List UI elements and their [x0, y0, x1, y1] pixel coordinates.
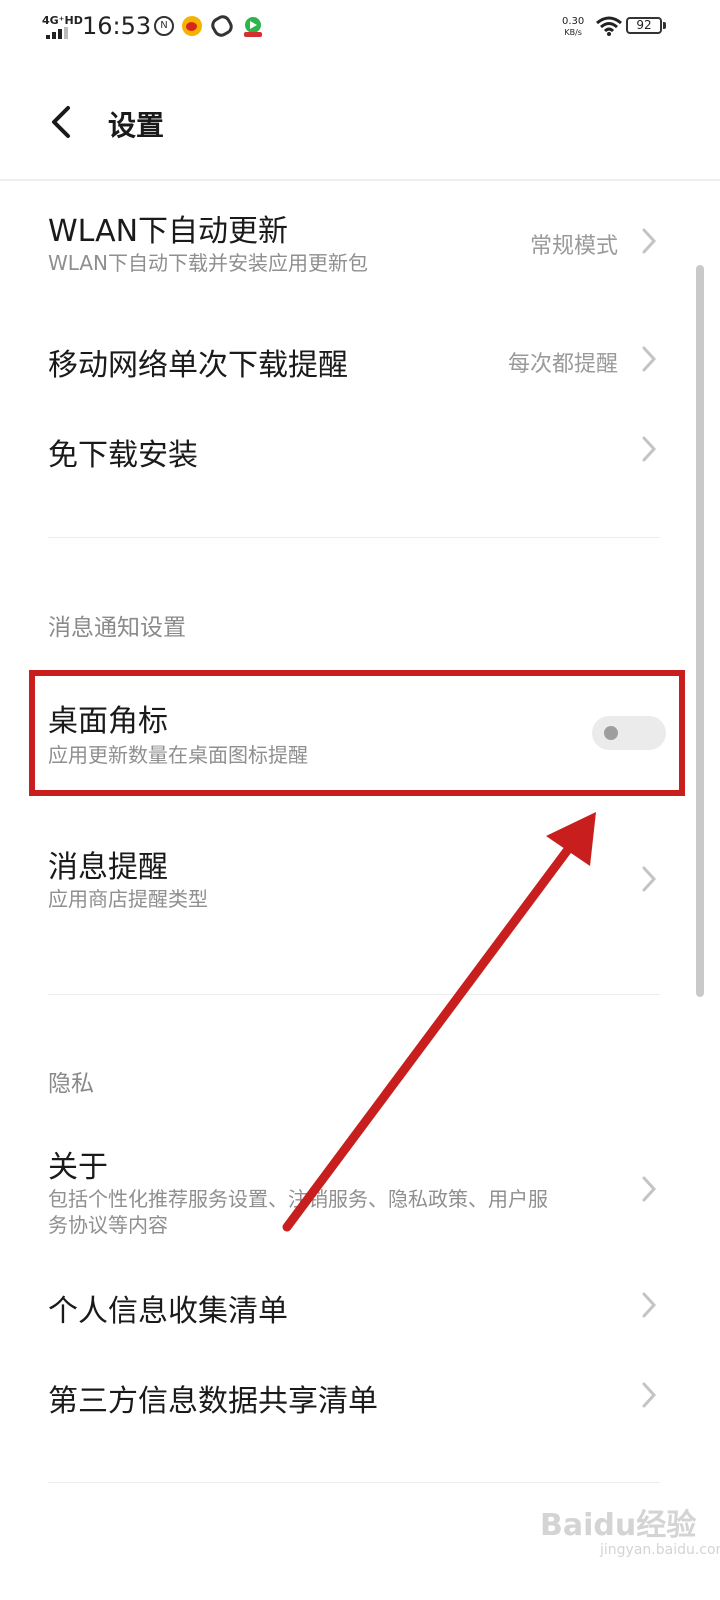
mobile-download-reminder-value: 每次都提醒: [507, 352, 618, 377]
battery-tip: [663, 22, 666, 29]
highlight-box: [29, 670, 685, 796]
chevron-right-icon: [642, 1292, 657, 1318]
clock: 16:53: [82, 12, 152, 40]
wlan-auto-update-subtitle: WLAN下自动下载并安装应用更新包: [48, 251, 369, 275]
about-subtitle-line2: 务协议等内容: [48, 1213, 168, 1237]
watermark-logo: Baidu经验: [540, 1508, 697, 1543]
about-title: 关于: [48, 1150, 108, 1185]
network-speed: 0.30 KB/s: [562, 16, 585, 37]
personal-info-list-row[interactable]: 个人信息收集清单: [0, 1268, 690, 1344]
wlan-auto-update-value: 常规模式: [529, 234, 618, 259]
section-divider: [48, 537, 660, 538]
message-reminder-row[interactable]: 消息提醒 应用商店提醒类型: [0, 830, 690, 930]
header-divider: [0, 179, 720, 181]
mobile-download-reminder-title: 移动网络单次下载提醒: [48, 348, 348, 383]
wlan-auto-update-title: WLAN下自动更新: [48, 214, 289, 249]
section-divider: [48, 1482, 660, 1483]
chevron-right-icon: [642, 866, 657, 892]
link-icon: [208, 12, 236, 40]
section-header-notifications: 消息通知设置: [48, 615, 186, 641]
page-title: 设置: [108, 109, 165, 142]
status-bar: 4G⁺HD 16:53 N 0.30 KB/s 92: [0, 0, 720, 56]
personal-info-list-title: 个人信息收集清单: [48, 1294, 288, 1329]
weibo-icon: [182, 16, 202, 36]
chevron-right-icon: [642, 346, 657, 372]
section-header-privacy: 隐私: [48, 1071, 94, 1097]
video-app-icon: [244, 17, 262, 37]
chevron-right-icon: [642, 228, 657, 254]
network-indicator: 4G⁺HD: [42, 14, 83, 27]
watermark-url: jingyan.baidu.com: [600, 1542, 720, 1558]
chevron-right-icon: [642, 1382, 657, 1408]
section-divider: [48, 994, 660, 995]
wifi-icon: [596, 16, 622, 36]
mobile-download-reminder-row[interactable]: 移动网络单次下载提醒 每次都提醒: [0, 320, 690, 400]
back-arrow-icon[interactable]: [44, 102, 80, 142]
battery-indicator: 92: [626, 17, 662, 34]
scrollbar[interactable]: [696, 265, 704, 997]
wlan-auto-update-row[interactable]: WLAN下自动更新 WLAN下自动下载并安装应用更新包 常规模式: [0, 190, 690, 290]
instant-install-title: 免下载安装: [48, 438, 198, 473]
third-party-share-list-row[interactable]: 第三方信息数据共享清单: [0, 1358, 690, 1434]
third-party-share-list-title: 第三方信息数据共享清单: [48, 1384, 378, 1419]
chevron-right-icon: [642, 1176, 657, 1202]
message-reminder-subtitle: 应用商店提醒类型: [48, 887, 208, 911]
about-row[interactable]: 关于 包括个性化推荐服务设置、注销服务、隐私政策、用户服 务协议等内容: [0, 1130, 690, 1250]
nfc-icon: N: [154, 16, 174, 36]
signal-icon: [46, 27, 68, 39]
chevron-right-icon: [642, 436, 657, 462]
message-reminder-title: 消息提醒: [48, 850, 168, 885]
instant-install-row[interactable]: 免下载安装: [0, 412, 690, 488]
